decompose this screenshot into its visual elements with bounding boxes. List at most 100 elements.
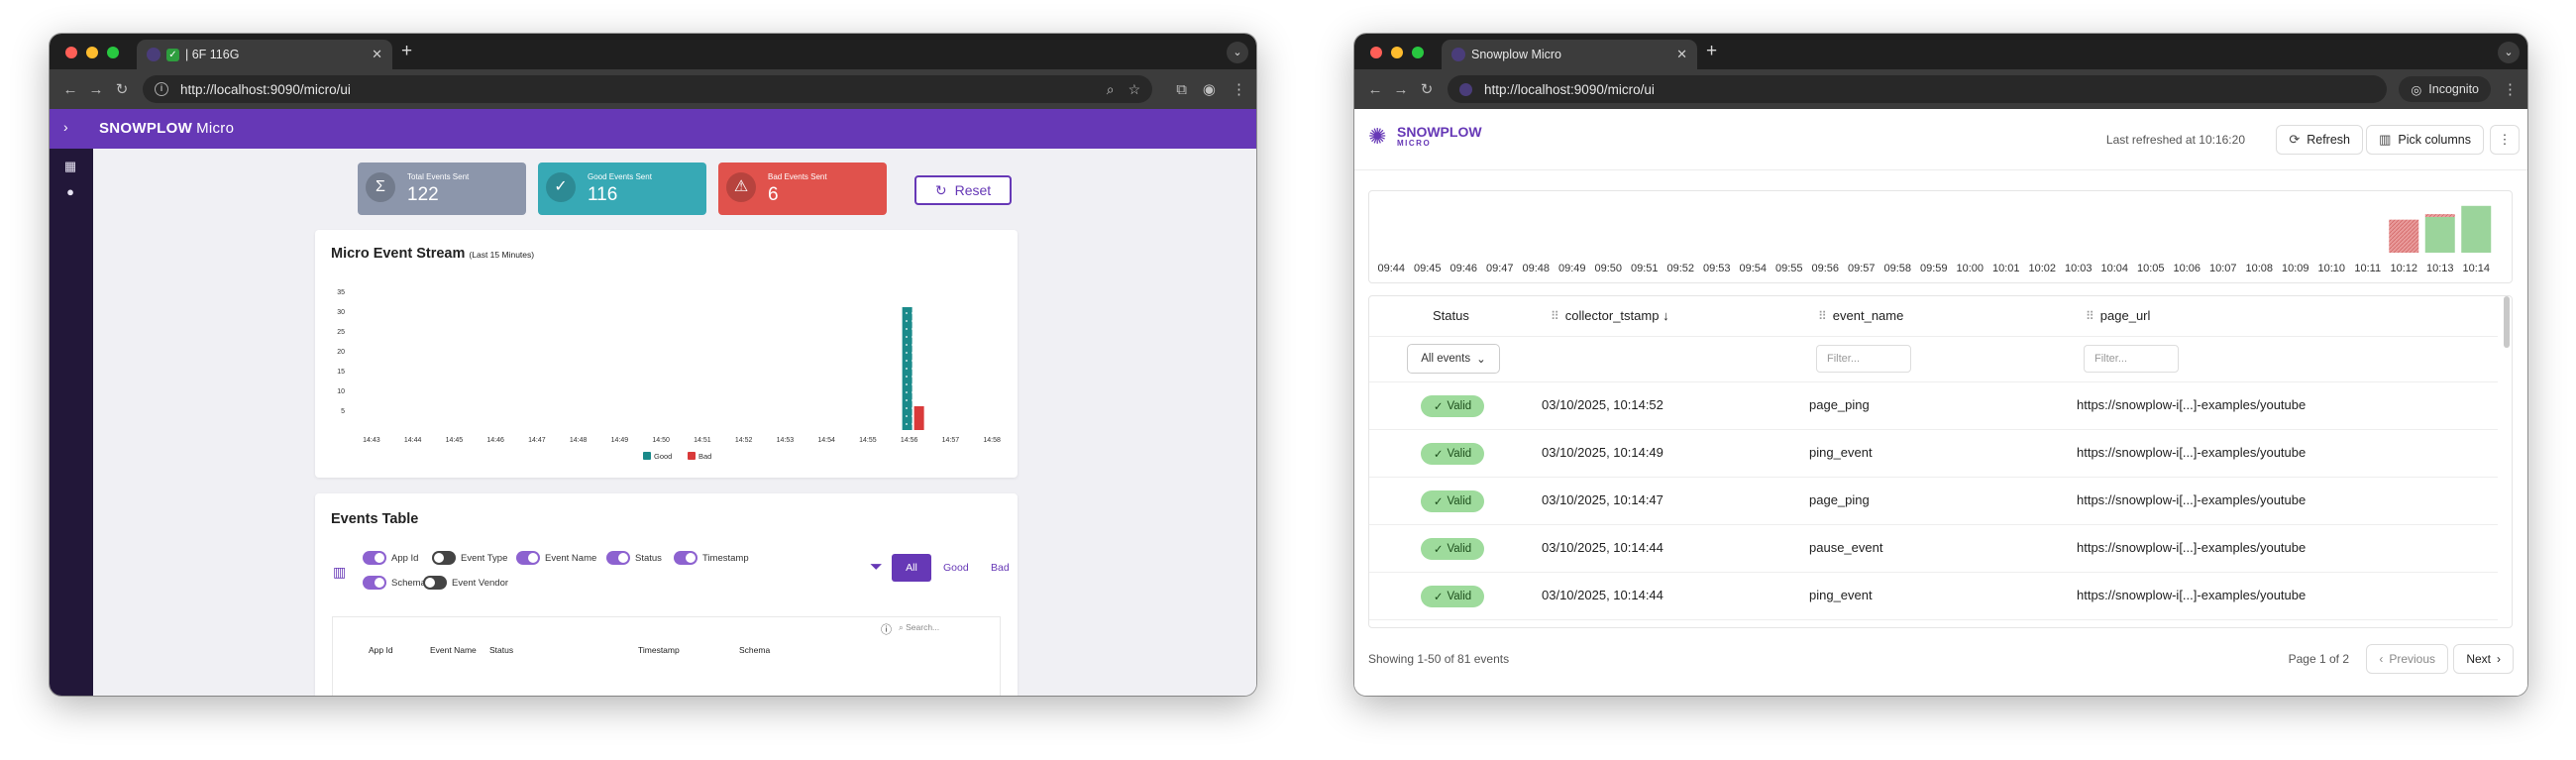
close-window-button[interactable]: [1370, 47, 1382, 58]
dashboard-icon[interactable]: ▦: [62, 159, 78, 174]
toggle-status[interactable]: Status: [606, 551, 662, 565]
new-tab-button[interactable]: +: [401, 42, 412, 60]
info-icon[interactable]: ●: [62, 184, 78, 200]
status-filter-dropdown[interactable]: All events ⌄: [1407, 344, 1500, 374]
col-header-status[interactable]: Status: [1433, 296, 1469, 336]
legend-label: Bad: [698, 452, 711, 461]
x-tick-label: 10:00: [1956, 263, 1984, 274]
menu-kebab-icon[interactable]: ⋮: [2503, 80, 2518, 98]
omnibox[interactable]: i http://localhost:9090/micro/ui ⌕ ☆: [143, 75, 1153, 103]
profile-icon[interactable]: ◉: [1203, 80, 1216, 98]
bookmark-star-icon[interactable]: ☆: [1128, 81, 1141, 98]
pick-columns-button[interactable]: ▥ Pick columns: [2366, 125, 2484, 155]
page-url-filter-input[interactable]: Filter...: [2084, 345, 2179, 373]
sort-down-icon[interactable]: ↓: [1663, 308, 1669, 323]
legend-swatch: [688, 452, 696, 460]
next-page-button[interactable]: Next ›: [2453, 644, 2514, 674]
table-scrollbar[interactable]: [2504, 296, 2510, 348]
toggle-label: Event Name: [545, 552, 597, 564]
col-header-app-id[interactable]: App Id: [369, 645, 393, 655]
minimize-window-button[interactable]: [1391, 47, 1403, 58]
col-header-timestamp[interactable]: Timestamp: [638, 645, 680, 655]
new-tab-button[interactable]: +: [1706, 42, 1717, 60]
close-tab-icon[interactable]: ✕: [1676, 47, 1687, 62]
table-search-input[interactable]: ⌕ Search...: [899, 622, 939, 633]
tab-search-button[interactable]: ⌄: [2498, 42, 2520, 63]
toggle-event-name[interactable]: Event Name: [516, 551, 596, 565]
site-info-icon[interactable]: i: [155, 82, 168, 96]
more-vertical-icon: ⋮: [2498, 132, 2512, 147]
snowplow-logo: ✺ SNOWPLOW MICRO: [1368, 125, 1482, 149]
toggle-schema[interactable]: Schema: [363, 576, 426, 590]
tab-search-button[interactable]: ⌄: [1227, 42, 1248, 63]
toggle-switch[interactable]: [674, 551, 698, 565]
reload-icon[interactable]: ↻: [111, 80, 133, 98]
incognito-badge[interactable]: ◎ Incognito: [2399, 76, 2491, 102]
toggle-switch[interactable]: [423, 576, 447, 590]
back-icon[interactable]: ←: [59, 81, 81, 98]
col-header-collector-tstamp[interactable]: ⠿ collector_tstamp ↓: [1551, 296, 1669, 336]
incognito-icon: ◎: [2411, 82, 2422, 97]
table-row[interactable]: ✓ Valid 03/10/2025, 10:14:49 ping_event http…: [1369, 429, 2498, 476]
event-name-filter-input[interactable]: Filter...: [1816, 345, 1911, 373]
y-tick-label: 30: [337, 309, 345, 316]
toggle-switch[interactable]: [363, 551, 386, 565]
toggle-switch[interactable]: [363, 576, 386, 590]
table-row[interactable]: ✓ Valid 03/10/2025, 10:14:47 page_ping https…: [1369, 477, 2498, 523]
col-header-event-name[interactable]: ⠿ event_name: [1818, 296, 1903, 336]
browser-tab[interactable]: ✓ | 6F 116G ✕: [137, 40, 392, 69]
forward-icon[interactable]: →: [1390, 81, 1412, 98]
filter-good-button[interactable]: Good: [943, 562, 969, 574]
close-tab-icon[interactable]: ✕: [372, 47, 382, 62]
page-url-cell: https://snowplow-i[...]-examples/youtube: [2077, 492, 2307, 507]
zoom-icon[interactable]: ⌕: [1107, 81, 1115, 98]
table-row[interactable]: ✓ Valid 03/10/2025, 10:14:52 page_ping https…: [1369, 381, 2498, 428]
status-text: Valid: [1447, 448, 1472, 460]
toggle-switch[interactable]: [516, 551, 540, 565]
toggle-app-id[interactable]: App Id: [363, 551, 418, 565]
bar-bad: [2424, 214, 2455, 217]
x-tick-label: 14:52: [735, 437, 753, 444]
previous-page-button[interactable]: ‹ Previous: [2366, 644, 2448, 674]
drag-handle-icon[interactable]: ⠿: [1551, 309, 1559, 323]
col-header-status[interactable]: Status: [489, 645, 513, 655]
col-header-page-url[interactable]: ⠿ page_url: [2086, 296, 2150, 336]
forward-icon[interactable]: →: [85, 81, 107, 98]
filter-bad-button[interactable]: Bad: [991, 562, 1010, 574]
table-row[interactable]: ✓ Valid 03/10/2025, 10:14:44 ping_event http…: [1369, 572, 2498, 618]
toggle-timestamp[interactable]: Timestamp: [674, 551, 749, 565]
col-header-schema[interactable]: Schema: [739, 645, 770, 655]
x-tick-label: 09:53: [1703, 263, 1731, 274]
drag-handle-icon[interactable]: ⠿: [2086, 309, 2094, 323]
extensions-icon[interactable]: ⧉: [1176, 81, 1187, 98]
toggle-switch[interactable]: [606, 551, 630, 565]
maximize-window-button[interactable]: [107, 47, 119, 58]
x-tick-label: 09:57: [1848, 263, 1876, 274]
stat-card-total: Σ Total Events Sent 122: [358, 163, 526, 215]
columns-icon[interactable]: ▥: [333, 564, 346, 581]
filter-all-button[interactable]: All: [892, 554, 931, 582]
table-row[interactable]: ✓ Valid 03/10/2025, 10:14:44 pause_event htt…: [1369, 524, 2498, 571]
browser-tab[interactable]: Snowplow Micro ✕: [1442, 40, 1697, 69]
menu-kebab-icon[interactable]: ⋮: [1232, 80, 1246, 98]
drag-handle-icon[interactable]: ⠿: [1818, 309, 1827, 323]
toggle-event-vendor[interactable]: Event Vendor: [423, 576, 508, 590]
minimize-window-button[interactable]: [86, 47, 98, 58]
close-window-button[interactable]: [65, 47, 77, 58]
expand-sidebar-icon[interactable]: ›: [63, 119, 68, 135]
tab-favicon: [147, 48, 161, 61]
toggle-event-type[interactable]: Event Type: [432, 551, 507, 565]
table-row[interactable]: [1369, 619, 2498, 627]
back-icon[interactable]: ←: [1364, 81, 1386, 98]
omnibox[interactable]: http://localhost:9090/micro/ui: [1448, 75, 2388, 103]
reload-icon[interactable]: ↻: [1416, 80, 1438, 98]
maximize-window-button[interactable]: [1412, 47, 1424, 58]
url-text: http://localhost:9090/micro/ui: [1484, 81, 1655, 97]
more-options-button[interactable]: ⋮: [2490, 125, 2520, 155]
filter-icon[interactable]: ⏷: [870, 559, 883, 577]
refresh-button[interactable]: ⟳ Refresh: [2276, 125, 2363, 155]
reset-button[interactable]: ↻ Reset: [914, 175, 1012, 205]
brand-name: SNOWPLOW: [99, 120, 193, 137]
col-header-event-name[interactable]: Event Name: [430, 645, 477, 655]
toggle-switch[interactable]: [432, 551, 456, 565]
